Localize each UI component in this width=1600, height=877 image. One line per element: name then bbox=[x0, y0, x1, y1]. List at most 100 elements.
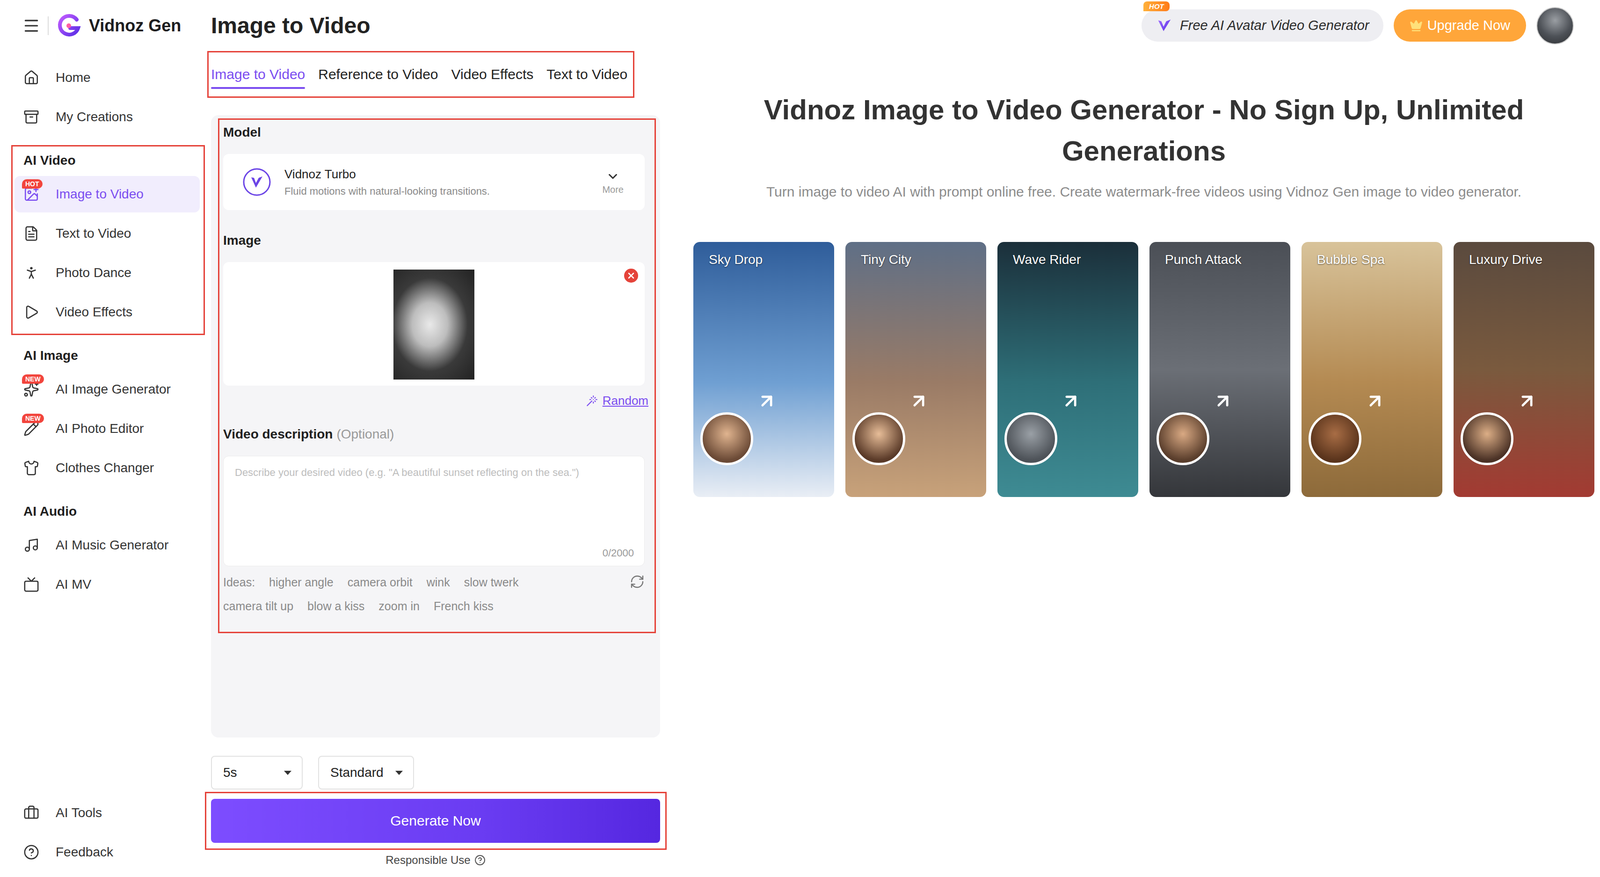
sidebar-badge: NEW bbox=[21, 374, 44, 384]
sidebar-item[interactable]: NEW AI Photo Editor bbox=[14, 410, 200, 447]
description-field: 0/2000 bbox=[223, 455, 645, 567]
model-label: Model bbox=[223, 119, 645, 146]
magic-wand-icon bbox=[585, 394, 598, 408]
sidebar-item-icon-wrap bbox=[22, 69, 40, 87]
sidebar-item[interactable]: Photo Dance bbox=[14, 254, 200, 291]
random-label: Random bbox=[602, 393, 649, 408]
sidebar-item[interactable]: Text to Video bbox=[14, 215, 200, 252]
mode-tab[interactable]: Image to Video bbox=[210, 59, 306, 89]
idea-chip[interactable]: zoom in bbox=[378, 595, 420, 617]
idea-chip[interactable]: slow twerk bbox=[464, 571, 519, 593]
sidebar-item-icon-wrap bbox=[22, 303, 40, 321]
sidebar-item-label: Clothes Changer bbox=[55, 460, 154, 476]
sidebar-section: AI ImageNEWAI Image GeneratorNEWAI Photo… bbox=[11, 340, 205, 491]
sidebar-bottom-group: AI ToolsFeedback bbox=[11, 791, 205, 875]
upgrade-button[interactable]: Upgrade Now bbox=[1393, 9, 1527, 42]
generate-button[interactable]: Generate Now bbox=[210, 798, 661, 843]
sidebar-item-label: AI Music Generator bbox=[55, 537, 169, 553]
model-name: Vidnoz Turbo bbox=[284, 167, 590, 182]
sidebar-badge: HOT bbox=[21, 179, 43, 189]
content: Image to Video Reference to Video Video Ef… bbox=[210, 50, 1600, 877]
arrow-up-right-icon bbox=[1212, 390, 1234, 412]
quality-value: Standard bbox=[330, 764, 384, 780]
sidebar-item[interactable]: NEW AI Image Generator bbox=[14, 370, 200, 408]
arrow-icon-wrap bbox=[756, 390, 778, 412]
sidebar-item[interactable]: Feedback bbox=[14, 833, 200, 871]
menu-icon[interactable] bbox=[22, 16, 41, 35]
sidebar-badge: NEW bbox=[21, 413, 44, 423]
image-video-icon bbox=[23, 186, 40, 203]
image-upload[interactable] bbox=[223, 261, 645, 386]
example-card[interactable]: Punch Attack bbox=[1149, 241, 1291, 497]
arrow-up-right-icon bbox=[756, 390, 778, 412]
sidebar-item[interactable]: Video Effects bbox=[14, 293, 200, 331]
description-label: Video description(Optional) bbox=[223, 421, 645, 447]
model-icon bbox=[241, 167, 272, 197]
idea-chip[interactable]: camera tilt up bbox=[223, 595, 294, 617]
sidebar-item-label: AI Photo Editor bbox=[55, 421, 144, 437]
example-card[interactable]: Tiny City bbox=[845, 241, 987, 497]
idea-chip[interactable]: French kiss bbox=[433, 595, 494, 617]
user-avatar[interactable] bbox=[1536, 7, 1574, 45]
remove-image-button[interactable] bbox=[624, 268, 639, 283]
sidebar-item-label: My Creations bbox=[55, 109, 133, 125]
responsible-use-link[interactable]: Responsible Use bbox=[210, 853, 661, 867]
sidebar-item[interactable]: AI Tools bbox=[14, 794, 200, 831]
sidebar-item-icon-wrap: HOT bbox=[22, 185, 40, 203]
refresh-ideas-button[interactable] bbox=[629, 574, 645, 590]
sidebar-item[interactable]: HOT Image to Video bbox=[14, 175, 200, 213]
vidnoz-logo-icon bbox=[56, 13, 82, 39]
arrow-icon-wrap bbox=[1212, 390, 1234, 412]
example-card-label: Bubble Spa bbox=[1316, 252, 1385, 267]
settings-panel: Model Vidnoz Turbo Fluid motions with natu… bbox=[210, 115, 661, 738]
sidebar-item[interactable]: AI MV bbox=[14, 566, 200, 603]
promo-logo-icon bbox=[1155, 16, 1174, 35]
description-input[interactable] bbox=[234, 466, 633, 537]
sidebar-item-icon-wrap bbox=[22, 225, 40, 242]
shirt-icon bbox=[23, 459, 40, 476]
controls-row: 5s Standard bbox=[210, 755, 661, 790]
example-card-label: Tiny City bbox=[860, 252, 912, 267]
model-select[interactable]: Vidnoz Turbo Fluid motions with natural-l… bbox=[223, 153, 645, 211]
sidebar-item[interactable]: My Creations bbox=[14, 98, 200, 136]
sidebar-top-group: Home My Creations bbox=[11, 56, 205, 140]
chevron-down-icon bbox=[605, 169, 620, 184]
example-card[interactable]: Sky Drop bbox=[693, 241, 835, 497]
idea-chip[interactable]: camera orbit bbox=[347, 571, 413, 593]
example-card[interactable]: Luxury Drive bbox=[1453, 241, 1595, 497]
mode-tab[interactable]: Video Effects bbox=[451, 59, 534, 89]
idea-chip[interactable]: wink bbox=[426, 571, 451, 593]
sparkle-icon bbox=[23, 381, 40, 398]
quality-select[interactable]: Standard bbox=[318, 755, 415, 790]
sidebar: Vidnoz GenHomeMy CreationsAI VideoHOTIma… bbox=[0, 0, 205, 877]
ideas-row: Ideas:higher anglecamera orbitwinkslow t… bbox=[223, 571, 645, 617]
sidebar-section: AI VideoHOTImage to VideoText to VideoPh… bbox=[11, 145, 205, 335]
arrow-icon-wrap bbox=[1060, 390, 1082, 412]
model-more[interactable]: More bbox=[602, 169, 624, 196]
mode-tab[interactable]: Reference to Video bbox=[318, 59, 438, 89]
example-card[interactable]: Bubble Spa bbox=[1301, 241, 1443, 497]
model-description: Fluid motions with natural-looking trans… bbox=[284, 185, 590, 198]
logo-text[interactable]: Vidnoz Gen bbox=[88, 15, 182, 36]
crown-icon bbox=[1409, 19, 1423, 33]
idea-chip[interactable]: blow a kiss bbox=[307, 595, 365, 617]
sidebar-item-icon-wrap bbox=[22, 459, 40, 477]
example-cards: Sky Drop Tiny City Wave RiderPunch Attack B… bbox=[693, 241, 1595, 497]
sidebar-item[interactable]: Clothes Changer bbox=[14, 449, 200, 487]
example-card[interactable]: Wave Rider bbox=[997, 241, 1139, 497]
sidebar-item-label: Home bbox=[55, 70, 91, 86]
duration-select[interactable]: 5s bbox=[210, 755, 303, 790]
mode-tab-label: Reference to Video bbox=[318, 66, 438, 83]
tab-underline bbox=[546, 87, 628, 89]
sidebar-item[interactable]: AI Music Generator bbox=[14, 526, 200, 564]
sidebar-item-icon-wrap: NEW bbox=[22, 380, 40, 398]
avatar-promo[interactable]: HOTFree AI Avatar Video Generator bbox=[1141, 9, 1384, 42]
sidebar-item[interactable]: Home bbox=[14, 59, 200, 96]
hero-subtitle: Turn image to video AI with prompt onlin… bbox=[766, 181, 1522, 202]
random-link[interactable]: Random bbox=[585, 393, 649, 408]
sidebar-item-label: Image to Video bbox=[55, 186, 144, 202]
sidebar-item-label: AI Image Generator bbox=[55, 381, 171, 397]
arrow-icon-wrap bbox=[1516, 390, 1538, 412]
idea-chip[interactable]: higher angle bbox=[269, 571, 334, 593]
mode-tab[interactable]: Text to Video bbox=[546, 59, 628, 89]
